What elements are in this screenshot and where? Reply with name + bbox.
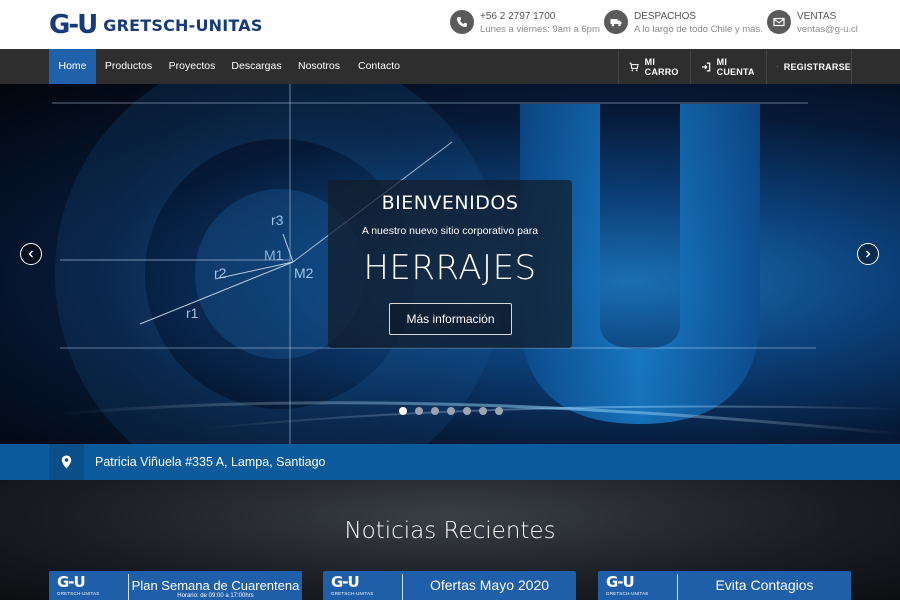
card-meta: Horario: de 09:00 a 17:00hrs xyxy=(177,593,254,599)
nav-descargas[interactable]: Descargas xyxy=(225,49,288,84)
diagram-label-m2: M2 xyxy=(294,265,314,281)
slider-dot-3[interactable] xyxy=(431,407,439,415)
main-nav: Home Productos Proyectos Descargas Nosot… xyxy=(0,49,900,84)
phone-hours: Lunes a viernes: 9am a 6pm xyxy=(480,24,600,35)
news-card-3[interactable]: G-U GRETSCH-UNITAS Evita Contagios xyxy=(598,571,851,600)
edit-icon xyxy=(777,66,778,67)
contact-shipping: DESPACHOS A lo largo de todo Chile y más… xyxy=(604,10,763,36)
news-title: Noticias Recientes xyxy=(344,518,556,544)
sales-email[interactable]: ventas@g-u.cl xyxy=(797,23,858,36)
slider-dots xyxy=(399,407,511,415)
slider-dot-1[interactable] xyxy=(399,407,407,415)
hero-caption-box: BIENVENIDOS A nuestro nuevo sitio corpor… xyxy=(328,180,572,348)
diagram-label-r3: r3 xyxy=(271,212,284,228)
shipping-title: DESPACHOS xyxy=(634,11,697,22)
card-logo: G-U xyxy=(331,573,360,591)
account-label: MI CUENTA xyxy=(716,56,755,77)
hero-title: BIENVENIDOS xyxy=(381,192,519,214)
slider-dot-2[interactable] xyxy=(415,407,423,415)
card-logo: G-U xyxy=(606,573,635,591)
card-logo-sub: GRETSCH-UNITAS xyxy=(606,591,649,596)
map-marker-icon xyxy=(49,444,84,480)
cart-icon xyxy=(629,62,639,71)
news-card-2[interactable]: G-U GRETSCH-UNITAS Ofertas Mayo 2020 xyxy=(323,571,576,600)
phone-icon xyxy=(450,10,474,34)
hero-headline: HERRAJES xyxy=(363,248,537,288)
cart-label: MI CARRO xyxy=(644,56,679,77)
diagram-label-r2: r2 xyxy=(214,265,227,281)
phone-number[interactable]: +56 2 2797 1700 xyxy=(480,10,600,23)
news-section: Noticias Recientes G-U GRETSCH-UNITAS Pl… xyxy=(0,480,900,600)
mail-icon xyxy=(767,10,791,34)
slider-next-button[interactable] xyxy=(857,243,879,265)
slider-dot-4[interactable] xyxy=(447,407,455,415)
chevron-right-icon xyxy=(866,250,871,258)
top-header: G-U GRETSCH-UNITAS +56 2 2797 1700 Lunes… xyxy=(0,0,900,49)
card-logo-sub: GRETSCH-UNITAS xyxy=(331,591,374,596)
news-card-1[interactable]: G-U GRETSCH-UNITAS Plan Semana de Cuaren… xyxy=(49,571,302,600)
account-link[interactable]: MI CUENTA xyxy=(690,49,766,84)
slider-dot-6[interactable] xyxy=(479,407,487,415)
card-logo: G-U xyxy=(57,573,86,591)
hero-slider: r3 M1 M2 r2 r1 BIENVENIDOS A nuestro nue… xyxy=(0,84,900,444)
card-title: Plan Semana de Cuarentena xyxy=(131,578,300,593)
shipping-desc: A lo largo de todo Chile y más. xyxy=(634,24,763,35)
register-link[interactable]: REGISTRARSE xyxy=(766,49,852,84)
chevron-left-icon xyxy=(28,250,33,258)
more-info-button[interactable]: Más información xyxy=(389,303,512,335)
slider-dot-5[interactable] xyxy=(463,407,471,415)
contact-sales: VENTAS ventas@g-u.cl xyxy=(767,10,858,36)
address-bar: Patricia Viñuela #335 A, Lampa, Santiago xyxy=(0,444,900,480)
card-title: Evita Contagios xyxy=(715,577,814,593)
hero-subtitle: A nuestro nuevo sitio corporativo para xyxy=(361,225,539,237)
card-title: Ofertas Mayo 2020 xyxy=(429,577,550,593)
diagram-label-m1: M1 xyxy=(264,247,284,263)
cart-link[interactable]: MI CARRO xyxy=(618,49,690,84)
address-text: Patricia Viñuela #335 A, Lampa, Santiago xyxy=(95,455,326,469)
truck-icon xyxy=(604,10,628,34)
slider-prev-button[interactable] xyxy=(20,243,42,265)
contact-phone: +56 2 2797 1700 Lunes a viernes: 9am a 6… xyxy=(450,10,600,36)
logo-mark: G-U xyxy=(49,10,98,40)
logo-text: GRETSCH-UNITAS xyxy=(103,15,263,35)
site-logo[interactable]: G-U GRETSCH-UNITAS xyxy=(49,12,263,38)
nav-productos[interactable]: Productos xyxy=(98,49,159,84)
nav-nosotros[interactable]: Nosotros xyxy=(290,49,348,84)
nav-home[interactable]: Home xyxy=(49,49,96,84)
sign-in-icon xyxy=(701,62,711,71)
nav-contacto[interactable]: Contacto xyxy=(350,49,408,84)
slider-dot-7[interactable] xyxy=(495,407,503,415)
sales-title: VENTAS xyxy=(797,11,837,22)
register-label: REGISTRARSE xyxy=(783,61,851,72)
card-logo-sub: GRETSCH-UNITAS xyxy=(57,591,100,596)
diagram-label-r1: r1 xyxy=(186,305,199,321)
nav-proyectos[interactable]: Proyectos xyxy=(161,49,223,84)
